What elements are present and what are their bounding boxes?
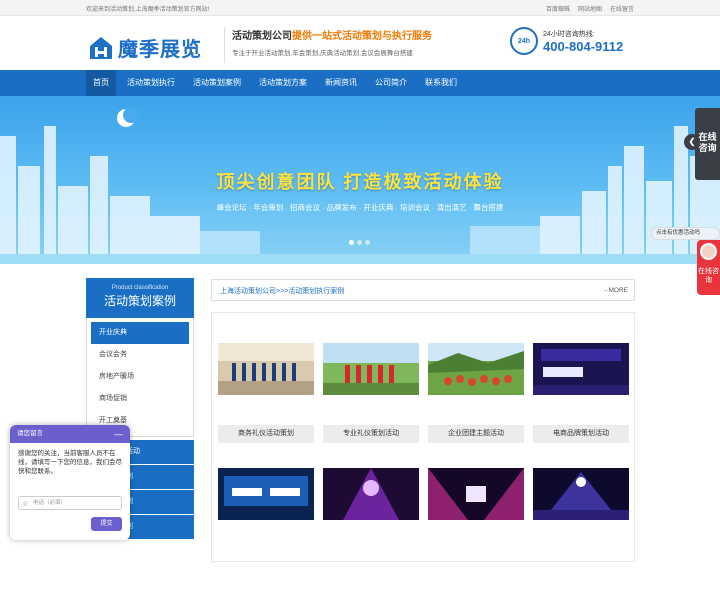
top-link-message[interactable]: 在线留言 — [610, 4, 634, 13]
case-thumbnail-etiquette — [218, 343, 314, 395]
case-thumbnail-ceremony — [323, 343, 419, 395]
case-grid: 商务礼仪活动策划 专业礼仪策划活动 企业团建主题活动 电商品牌策划活动 — [211, 312, 635, 562]
online-consult-label: 在线咨询 — [698, 132, 717, 153]
case-thumbnail-stage-lights — [533, 468, 629, 520]
case-card[interactable]: 商务礼仪活动策划 — [218, 343, 314, 468]
logo-house-icon — [90, 36, 112, 59]
case-caption[interactable]: 商务礼仪活动策划 — [218, 425, 314, 443]
site-header: 魔季展览 活动策划公司提供一站式活动策划与执行服务 专注于开业活动策划,年会策划… — [0, 16, 720, 70]
top-bar: 欢迎来到活动策划,上海魔季活动策划官方网站! 百度蜘蛛 网站地图 在线留言 — [0, 0, 720, 16]
message-widget-title: 请您留言 — [17, 430, 43, 437]
carousel-dot[interactable] — [365, 240, 370, 245]
hero-banner[interactable]: 顶尖创意团队 打造极致活动体验 峰会论坛 · 年会策划 · 招商会议 · 品牌发… — [0, 96, 720, 264]
nav-about[interactable]: 公司简介 — [368, 70, 414, 96]
agent-avatar — [700, 243, 717, 260]
phone-field[interactable]: ✆ 电话（必填） — [18, 496, 122, 510]
phone-24h-icon: 24h — [510, 27, 538, 55]
hotline-label: 24小时咨询热线: — [543, 30, 595, 38]
nav-execution[interactable]: 活动策划执行 — [120, 70, 182, 96]
header-slogan: 活动策划公司提供一站式活动策划与执行服务 专注于开业活动策划,年会策划,庆典活动… — [224, 27, 432, 63]
breadcrumb: 上海活动策划公司>>>活动策划执行案例 →MORE — [211, 279, 635, 301]
breadcrumb-path[interactable]: 上海活动策划公司>>>活动策划执行案例 — [220, 286, 344, 296]
logo-text: 魔季展览 — [118, 39, 202, 61]
carousel-dots — [349, 240, 370, 245]
case-caption[interactable]: 企业团建主题活动 — [428, 425, 524, 443]
case-card[interactable]: 企业团建主题活动 — [428, 343, 524, 468]
main-nav: 首页 活动策划执行 活动策划案例 活动策划方案 新闻资讯 公司简介 联系我们 — [0, 70, 720, 96]
case-card[interactable] — [428, 468, 524, 593]
consult-label: 在线咨询 — [698, 268, 719, 284]
phone-placeholder: 电话（必填） — [33, 500, 67, 506]
case-thumbnail-stage-purple — [323, 468, 419, 520]
online-consult-tab[interactable]: ❮ 在线咨询 — [684, 108, 720, 180]
banner-subline: 峰会论坛 · 年会策划 · 招商会议 · 品牌发布 · 开业庆典 · 培训会议 … — [216, 203, 504, 212]
message-widget-header: 请您留言 — — [10, 425, 130, 443]
case-content: 上海活动策划公司>>>活动策划执行案例 →MORE 商务礼仪活动策划 专业礼仪策… — [211, 279, 635, 562]
nav-plans[interactable]: 活动策划方案 — [252, 70, 314, 96]
case-thumbnail-ecommerce — [533, 343, 629, 395]
nav-home[interactable]: 首页 — [86, 70, 116, 96]
message-widget: 请您留言 — 感谢您的关注，当前客服人员不在线，请填写一下您的信息，我们会尽快和… — [10, 425, 130, 540]
submit-button[interactable]: 提交 — [91, 517, 122, 531]
case-card[interactable]: 电商品牌策划活动 — [533, 343, 629, 468]
sidebar-header: Product classification 活动策划案例 — [86, 278, 194, 318]
hotline-number: 400-804-9112 — [543, 38, 624, 54]
consult-button[interactable]: 在线咨询 — [697, 240, 720, 295]
slogan-prefix: 活动策划公司 — [232, 31, 292, 42]
case-thumbnail-stage-magenta — [428, 468, 524, 520]
more-link[interactable]: →MORE — [602, 287, 628, 294]
nav-news[interactable]: 新闻资讯 — [318, 70, 364, 96]
phone-icon: ✆ — [23, 502, 29, 508]
case-card[interactable] — [533, 468, 629, 593]
category-mall[interactable]: 商场促销 — [91, 388, 189, 410]
case-card[interactable] — [323, 468, 419, 593]
minimize-icon[interactable]: — — [114, 425, 123, 443]
category-opening[interactable]: 开业庆典 — [91, 322, 189, 344]
message-widget-text: 感谢您的关注，当前客服人员不在线，请填写一下您的信息，我们会尽快和您联系。 — [18, 450, 122, 475]
slogan-sub: 专注于开业活动策划,年会策划,庆典活动策划,会议会展舞台搭建 — [232, 50, 413, 57]
welcome-text: 欢迎来到活动策划,上海魔季活动策划官方网站! — [86, 7, 210, 13]
carousel-dot[interactable] — [349, 240, 354, 245]
top-link-sitemap[interactable]: 网站地图 — [578, 4, 602, 13]
sidebar-title-en: Product classification — [111, 285, 169, 291]
nav-cases[interactable]: 活动策划案例 — [186, 70, 248, 96]
sidebar-title-cn: 活动策划案例 — [103, 294, 176, 308]
top-links: 百度蜘蛛 网站地图 在线留言 — [546, 4, 634, 13]
category-realestate[interactable]: 房地产暖场 — [91, 366, 189, 388]
site-logo[interactable]: 魔季展览 — [88, 33, 202, 62]
case-thumbnail-stage-blue — [218, 468, 314, 520]
case-thumbnail-teambuilding — [428, 343, 524, 395]
banner-headline: 顶尖创意团队 打造极致活动体验 — [216, 172, 504, 192]
promo-bubble[interactable]: 点击有优惠活动吗 — [651, 227, 720, 240]
hotline: 24h 24小时咨询热线: 400-804-9112 — [510, 27, 623, 55]
case-card[interactable]: 专业礼仪策划活动 — [323, 343, 419, 468]
category-conference[interactable]: 会议会务 — [91, 344, 189, 366]
carousel-dot[interactable] — [357, 240, 362, 245]
category-list: 开业庆典 会议会务 房地产暖场 商场促销 开工奠基 — [86, 318, 194, 437]
top-link-spider[interactable]: 百度蜘蛛 — [546, 4, 570, 13]
case-card[interactable] — [218, 468, 314, 593]
case-caption[interactable]: 电商品牌策划活动 — [533, 425, 629, 443]
slogan-highlight: 提供一站式活动策划与执行服务 — [292, 31, 432, 42]
chevron-left-icon[interactable]: ❮ — [684, 134, 700, 150]
nav-contact[interactable]: 联系我们 — [418, 70, 464, 96]
case-caption[interactable]: 专业礼仪策划活动 — [323, 425, 419, 443]
